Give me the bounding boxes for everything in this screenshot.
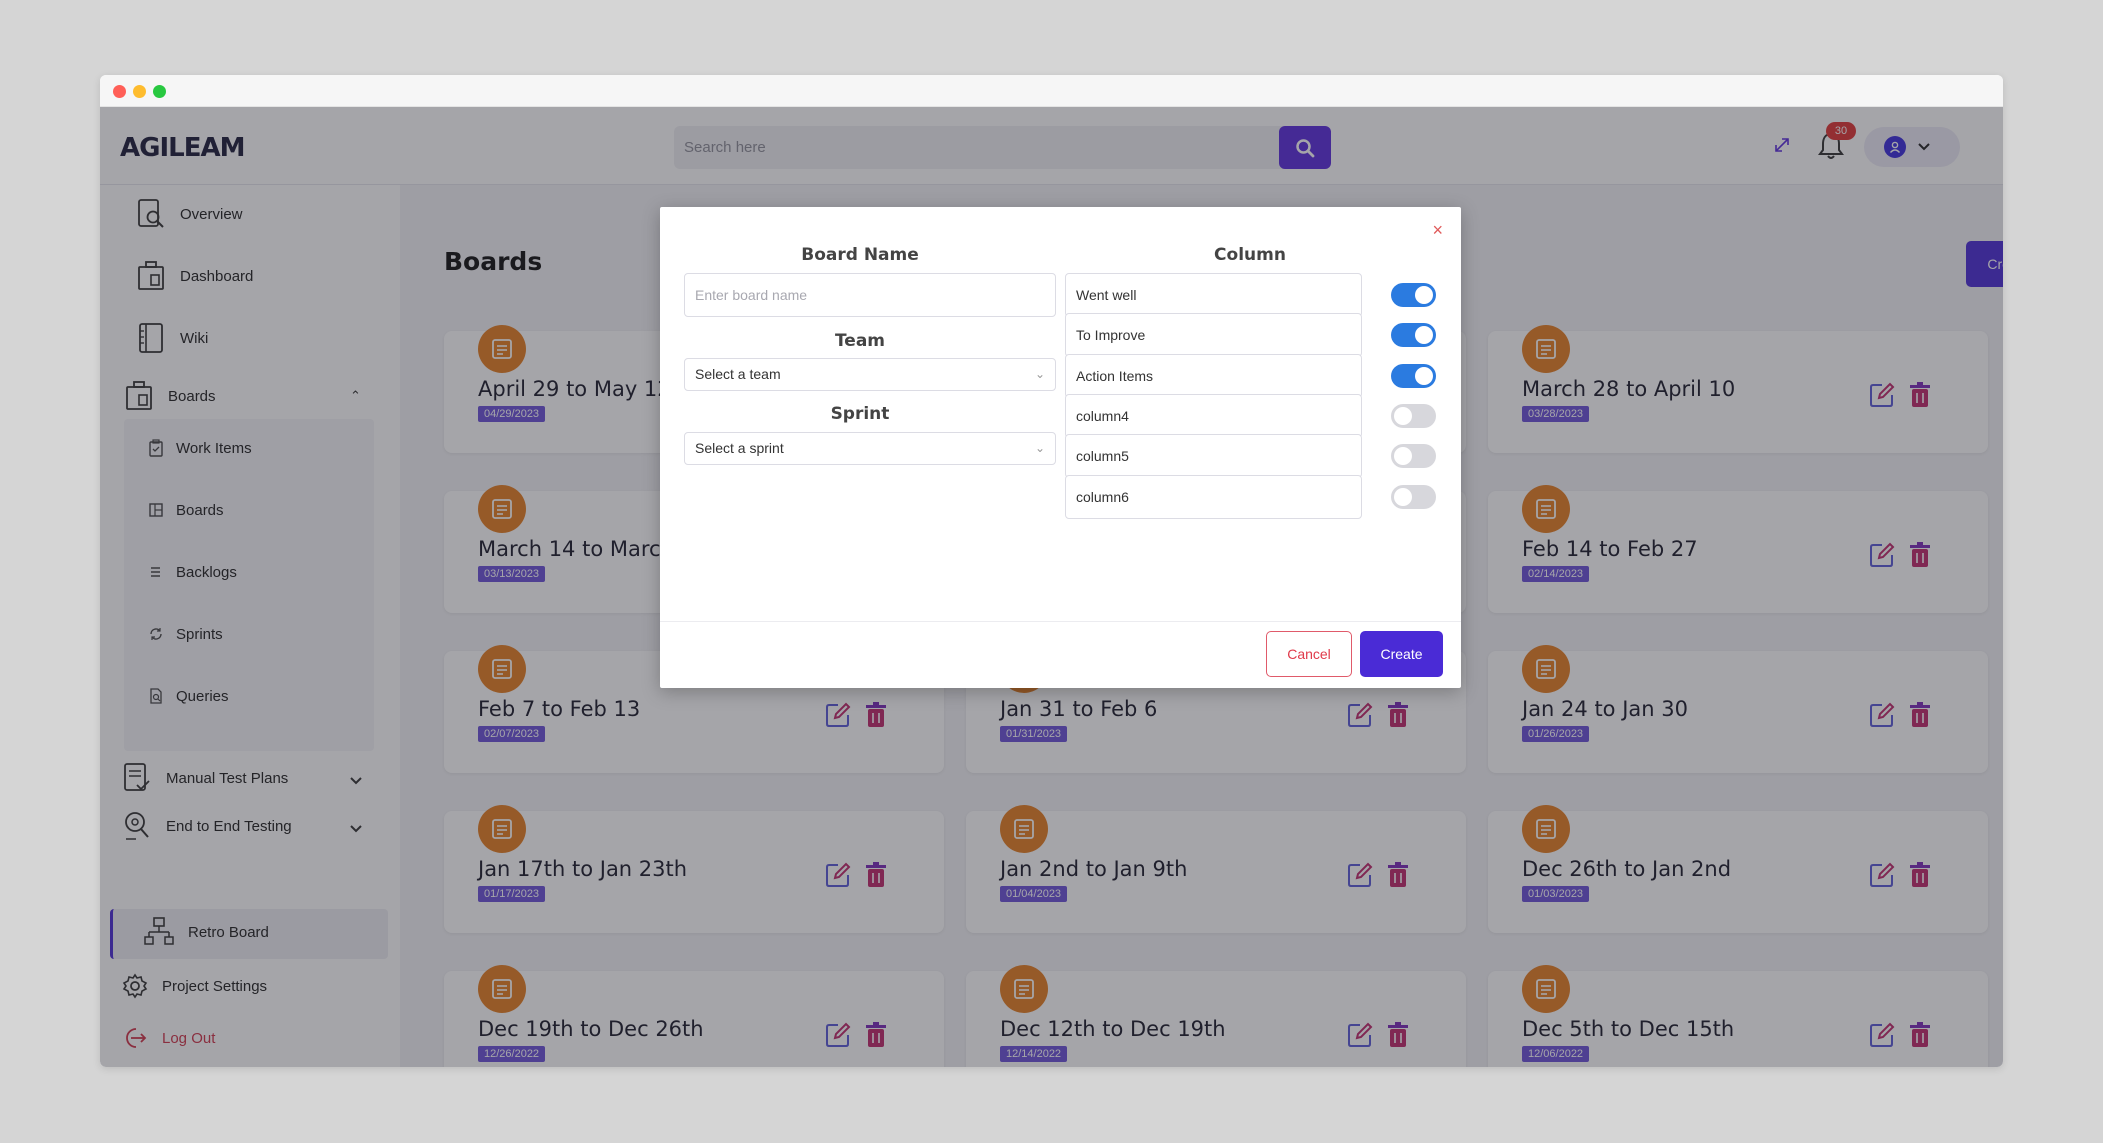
sprint-select[interactable]: Select a sprint ⌄ xyxy=(684,432,1056,465)
toggle-knob xyxy=(1394,406,1412,425)
close-modal-button[interactable]: × xyxy=(1432,221,1443,239)
board-name-label: Board Name xyxy=(801,245,919,265)
column-toggle[interactable] xyxy=(1391,323,1436,348)
column-toggle[interactable] xyxy=(1391,484,1436,509)
sprint-label: Sprint xyxy=(830,404,890,424)
column-name-field[interactable]: Went well xyxy=(1065,273,1362,317)
close-window-button[interactable] xyxy=(113,85,126,98)
browser-window: AGILEAM 30 Overview xyxy=(100,75,2003,1067)
column-label: Column xyxy=(1214,245,1286,265)
modal-overlay[interactable]: × Board Name Team Select a team ⌄ Sprint… xyxy=(100,107,2003,1067)
column-toggle[interactable] xyxy=(1391,363,1436,388)
maximize-window-button[interactable] xyxy=(153,85,166,98)
team-select[interactable]: Select a team ⌄ xyxy=(684,358,1056,391)
column-name-field[interactable]: column6 xyxy=(1065,474,1362,519)
toggle-knob xyxy=(1394,447,1412,466)
column-name-field[interactable]: Action Items xyxy=(1065,353,1362,398)
column-toggle[interactable] xyxy=(1391,403,1436,428)
toggle-knob xyxy=(1394,487,1412,506)
chevron-down-icon: ⌄ xyxy=(1034,441,1045,455)
column-name-field[interactable]: column5 xyxy=(1065,434,1362,479)
column-name-field[interactable]: column4 xyxy=(1065,393,1362,438)
column-name-field[interactable]: To Improve xyxy=(1065,313,1362,358)
chevron-down-icon: ⌄ xyxy=(1034,367,1045,381)
app: AGILEAM 30 Overview xyxy=(100,107,2003,1067)
toggle-knob xyxy=(1415,326,1433,345)
modal-divider xyxy=(660,621,1461,622)
column-toggle[interactable] xyxy=(1391,283,1436,307)
column-toggle[interactable] xyxy=(1391,444,1436,469)
cancel-button[interactable]: Cancel xyxy=(1266,631,1352,677)
team-select-value: Select a team xyxy=(695,366,781,382)
toggle-knob xyxy=(1415,366,1433,385)
create-button[interactable]: Create xyxy=(1360,631,1443,677)
team-label: Team xyxy=(834,331,886,351)
minimize-window-button[interactable] xyxy=(133,85,146,98)
sprint-select-value: Select a sprint xyxy=(695,440,784,456)
window-titlebar xyxy=(100,75,2003,107)
board-name-input[interactable] xyxy=(684,273,1056,317)
toggle-knob xyxy=(1415,286,1433,304)
create-board-modal: × Board Name Team Select a team ⌄ Sprint… xyxy=(660,207,1461,688)
